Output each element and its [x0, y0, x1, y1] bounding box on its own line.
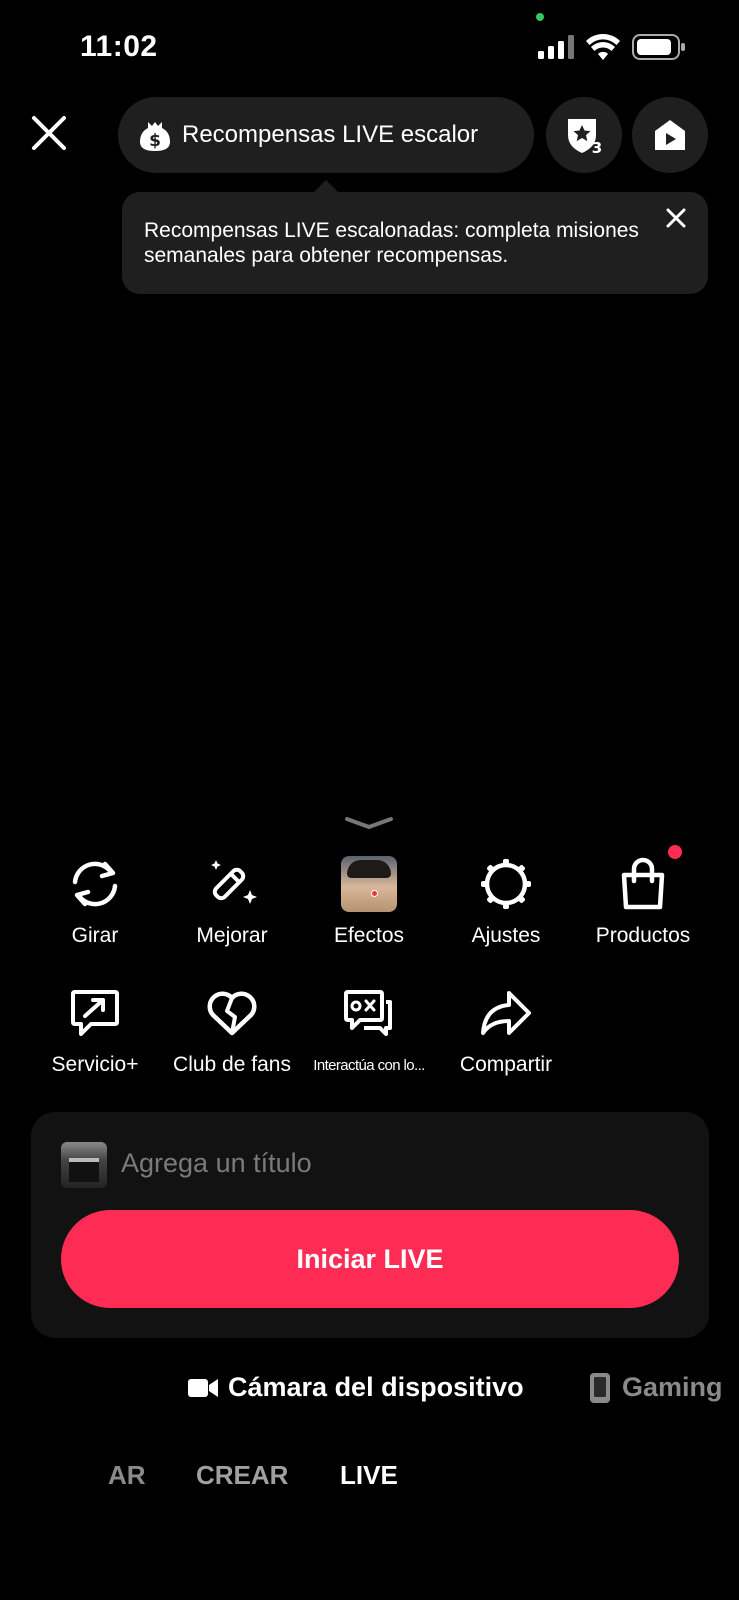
- title-input[interactable]: Agrega un título: [121, 1148, 312, 1179]
- live-rewards-button[interactable]: $ Recompensas LIVE escalor: [118, 97, 534, 173]
- dollar-bag-icon: $: [138, 118, 172, 152]
- source-gaming[interactable]: Gaming: [590, 1372, 723, 1403]
- effect-face-thumbnail: [339, 854, 399, 914]
- status-icons: [538, 34, 686, 60]
- tool-label: Girar: [71, 924, 119, 947]
- tool-ajustes[interactable]: Ajustes: [436, 854, 576, 948]
- chevron-down-icon: [345, 817, 393, 830]
- tool-label: Interactúa con lo...: [313, 1057, 425, 1074]
- tool-compartir[interactable]: Compartir: [436, 983, 576, 1077]
- heart-icon: [202, 983, 262, 1043]
- close-button[interactable]: [28, 112, 70, 154]
- battery-icon: [632, 34, 685, 60]
- close-icon: [666, 208, 686, 228]
- share-arrow-icon: [476, 983, 536, 1043]
- phone-icon: [590, 1372, 610, 1403]
- notification-dot: [668, 845, 682, 859]
- gear-icon: [476, 854, 536, 914]
- source-device-camera[interactable]: Cámara del dispositivo: [188, 1372, 524, 1403]
- rewards-tooltip: Recompensas LIVE escalonadas: completa m…: [122, 180, 708, 294]
- tool-girar[interactable]: Girar: [25, 854, 165, 948]
- source-label: Gaming: [622, 1372, 723, 1402]
- mode-tab-previous[interactable]: AR: [108, 1460, 146, 1491]
- tool-servicio[interactable]: Servicio+: [25, 983, 165, 1077]
- collapse-tools-button[interactable]: [344, 816, 394, 835]
- shopping-bag-icon: [613, 854, 673, 914]
- tool-label: Mejorar: [196, 924, 268, 947]
- magic-wand-icon: [202, 854, 262, 914]
- tool-label: Efectos: [333, 924, 405, 947]
- start-live-button[interactable]: Iniciar LIVE: [61, 1210, 679, 1308]
- rotate-icon: [65, 854, 125, 914]
- play-icon: [655, 120, 685, 150]
- status-time: 11:02: [80, 30, 158, 63]
- wifi-icon: [586, 34, 620, 60]
- video-camera-icon: [188, 1378, 218, 1397]
- source-label: Cámara del dispositivo: [228, 1372, 524, 1402]
- tool-club-de-fans[interactable]: Club de fans: [162, 983, 302, 1077]
- close-icon: [32, 116, 66, 150]
- live-rewards-label: Recompensas LIVE escalor: [182, 121, 479, 148]
- ranking-badge-button[interactable]: 3: [546, 97, 622, 173]
- tool-label: Club de fans: [173, 1053, 291, 1076]
- tool-label: Compartir: [459, 1053, 553, 1076]
- tool-interactua[interactable]: Interactúa con lo...: [299, 983, 439, 1074]
- service-chat-icon: [65, 983, 125, 1043]
- mode-tab-live[interactable]: LIVE: [340, 1460, 398, 1491]
- badge-count: 3: [592, 139, 602, 155]
- cellular-icon: [538, 35, 574, 59]
- play-button[interactable]: [632, 97, 708, 173]
- tool-efectos[interactable]: Efectos: [299, 854, 439, 948]
- tool-label: Servicio+: [51, 1053, 139, 1076]
- tool-label: Ajustes: [471, 924, 541, 947]
- mode-tab-crear[interactable]: CREAR: [196, 1460, 288, 1491]
- star-badge-icon: 3: [568, 119, 602, 155]
- camera-in-use-indicator: [536, 13, 544, 21]
- cover-thumbnail[interactable]: [61, 1142, 107, 1188]
- tooltip-close-button[interactable]: [664, 206, 688, 230]
- live-setup-card: Agrega un título Iniciar LIVE: [31, 1112, 709, 1338]
- tool-productos[interactable]: Productos: [573, 854, 713, 948]
- svg-text:$: $: [149, 131, 161, 151]
- tool-label: Productos: [595, 924, 691, 947]
- tool-mejorar[interactable]: Mejorar: [162, 854, 302, 948]
- tooltip-text: Recompensas LIVE escalonadas: completa m…: [144, 219, 639, 267]
- game-chat-icon: [339, 983, 399, 1043]
